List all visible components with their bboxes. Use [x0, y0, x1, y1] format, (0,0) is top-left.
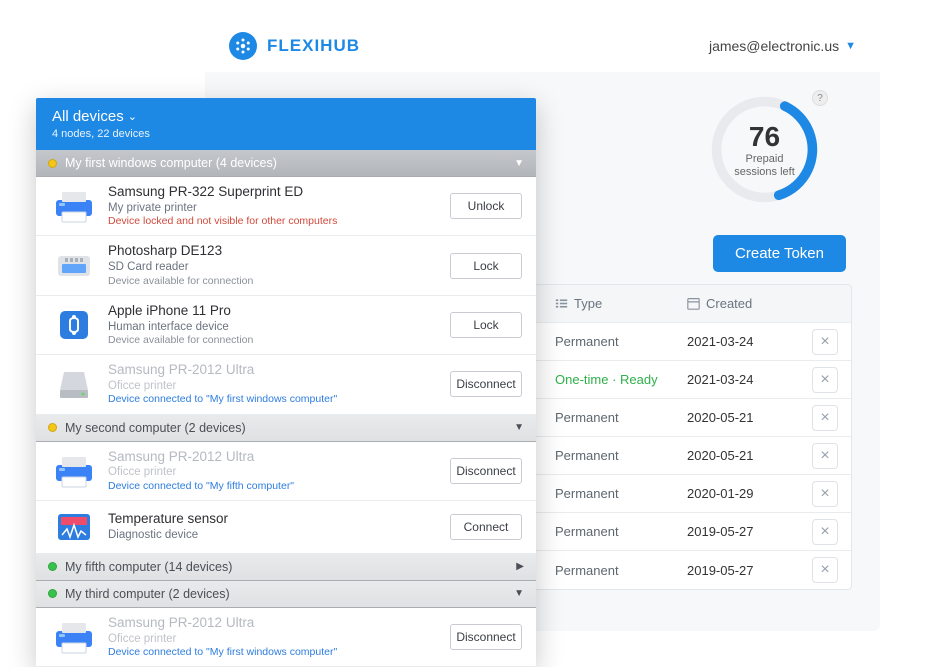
node-header[interactable]: My fifth computer (14 devices) ▶	[36, 554, 536, 581]
token-created: 2019-05-27	[677, 515, 807, 548]
token-created: 2021-03-24	[677, 325, 807, 358]
col-created-label: Created	[706, 296, 752, 311]
node-header[interactable]: My first windows computer (4 devices) ▼	[36, 150, 536, 177]
account-menu[interactable]: james@electronic.us ▼	[709, 38, 856, 54]
device-panel-header: All devices ⌄ 4 nodes, 22 devices	[36, 98, 536, 150]
device-row: Samsung PR-2012 UltraOficce printerDevic…	[36, 355, 536, 414]
printer-icon	[50, 187, 98, 225]
printer-icon	[50, 618, 98, 656]
expand-icon: ▶	[516, 561, 524, 572]
device-action-button[interactable]: Disconnect	[450, 371, 522, 397]
delete-token-button[interactable]: ×	[812, 443, 838, 469]
device-status: Device connected to "My fifth computer"	[108, 480, 440, 493]
token-created: 2020-05-21	[677, 439, 807, 472]
calendar-icon	[687, 297, 700, 310]
token-type: Permanent	[545, 554, 677, 587]
brand-name: FLEXIHUB	[267, 36, 360, 56]
status-dot-icon	[48, 423, 57, 432]
token-type: Permanent	[545, 325, 677, 358]
col-type-label: Type	[574, 296, 602, 311]
delete-token-button[interactable]: ×	[812, 405, 838, 431]
delete-token-button[interactable]: ×	[812, 367, 838, 393]
device-row: Samsung PR-2012 UltraOficce printerDevic…	[36, 442, 536, 501]
delete-token-button[interactable]: ×	[812, 329, 838, 355]
status-dot-icon	[48, 562, 57, 571]
device-category: Oficce printer	[108, 465, 440, 479]
delete-token-button[interactable]: ×	[812, 481, 838, 507]
token-created: 2019-05-27	[677, 554, 807, 587]
device-row: Samsung PR-2012 UltraOficce printerDevic…	[36, 608, 536, 667]
device-category: SD Card reader	[108, 260, 440, 274]
device-category: My private printer	[108, 201, 440, 215]
token-type: Permanent	[545, 439, 677, 472]
token-created: 2020-05-21	[677, 401, 807, 434]
device-name: Samsung PR-2012 Ultra	[108, 362, 440, 379]
sessions-caption: Prepaid sessions left	[734, 153, 795, 178]
device-action-button[interactable]: Disconnect	[450, 458, 522, 484]
status-dot-icon	[48, 589, 57, 598]
device-panel: All devices ⌄ 4 nodes, 22 devices My fir…	[36, 98, 536, 667]
help-icon[interactable]: ?	[812, 90, 828, 106]
device-action-button[interactable]: Lock	[450, 253, 522, 279]
brand: FLEXIHUB	[229, 32, 360, 60]
hdd-icon	[50, 365, 98, 403]
device-action-button[interactable]: Lock	[450, 312, 522, 338]
token-type: One-time · Ready	[545, 363, 677, 396]
device-status: Device available for connection	[108, 334, 440, 347]
device-status: Device locked and not visible for other …	[108, 215, 440, 228]
node-label: My third computer (2 devices)	[65, 587, 230, 601]
token-type: Permanent	[545, 401, 677, 434]
device-action-button[interactable]: Disconnect	[450, 624, 522, 650]
topbar: FLEXIHUB james@electronic.us ▼	[205, 20, 880, 72]
device-row: Samsung PR-322 Superprint EDMy private p…	[36, 177, 536, 236]
monitor-icon	[50, 508, 98, 546]
expand-icon: ▼	[514, 588, 524, 599]
sessions-count: 76	[749, 121, 780, 153]
device-category: Diagnostic device	[108, 528, 440, 542]
device-action-button[interactable]: Unlock	[450, 193, 522, 219]
expand-icon: ▼	[514, 422, 524, 433]
device-category: Human interface device	[108, 320, 440, 334]
create-token-button[interactable]: Create Token	[713, 235, 846, 272]
token-created: 2021-03-24	[677, 363, 807, 396]
list-icon	[555, 297, 568, 310]
device-row: Temperature sensorDiagnostic device Conne…	[36, 501, 536, 554]
device-category: Oficce printer	[108, 632, 440, 646]
node-label: My second computer (2 devices)	[65, 421, 246, 435]
brand-logo-icon	[229, 32, 257, 60]
device-action-button[interactable]: Connect	[450, 514, 522, 540]
device-name: Samsung PR-2012 Ultra	[108, 615, 440, 632]
device-category: Oficce printer	[108, 379, 440, 393]
device-name: Photosharp DE123	[108, 243, 440, 260]
sessions-ring: 76 Prepaid sessions left ?	[707, 92, 822, 207]
device-status: Device connected to "My first windows co…	[108, 393, 440, 406]
delete-token-button[interactable]: ×	[812, 557, 838, 583]
token-type: Permanent	[545, 515, 677, 548]
status-dot-icon	[48, 159, 57, 168]
node-header[interactable]: My third computer (2 devices) ▼	[36, 581, 536, 608]
delete-token-button[interactable]: ×	[812, 519, 838, 545]
device-status: Device connected to "My first windows co…	[108, 646, 440, 659]
device-name: Temperature sensor	[108, 511, 440, 528]
expand-icon: ▼	[514, 158, 524, 169]
account-email: james@electronic.us	[709, 38, 839, 54]
token-created: 2020-01-29	[677, 477, 807, 510]
token-type: Permanent	[545, 477, 677, 510]
sdcard-icon	[50, 247, 98, 285]
device-row: Photosharp DE123SD Card readerDevice ava…	[36, 236, 536, 295]
node-label: My fifth computer (14 devices)	[65, 560, 232, 574]
device-name: Samsung PR-322 Superprint ED	[108, 184, 440, 201]
caret-down-icon: ▼	[845, 40, 856, 52]
device-status: Device available for connection	[108, 275, 440, 288]
hid-icon	[50, 306, 98, 344]
node-label: My first windows computer (4 devices)	[65, 156, 277, 170]
device-summary: 4 nodes, 22 devices	[52, 128, 520, 140]
chevron-down-icon: ⌄	[128, 110, 137, 123]
printer-icon	[50, 452, 98, 490]
device-name: Apple iPhone 11 Pro	[108, 303, 440, 320]
device-name: Samsung PR-2012 Ultra	[108, 449, 440, 466]
device-row: Apple iPhone 11 ProHuman interface devic…	[36, 296, 536, 355]
device-filter[interactable]: All devices ⌄	[52, 108, 520, 125]
node-header[interactable]: My second computer (2 devices) ▼	[36, 415, 536, 442]
